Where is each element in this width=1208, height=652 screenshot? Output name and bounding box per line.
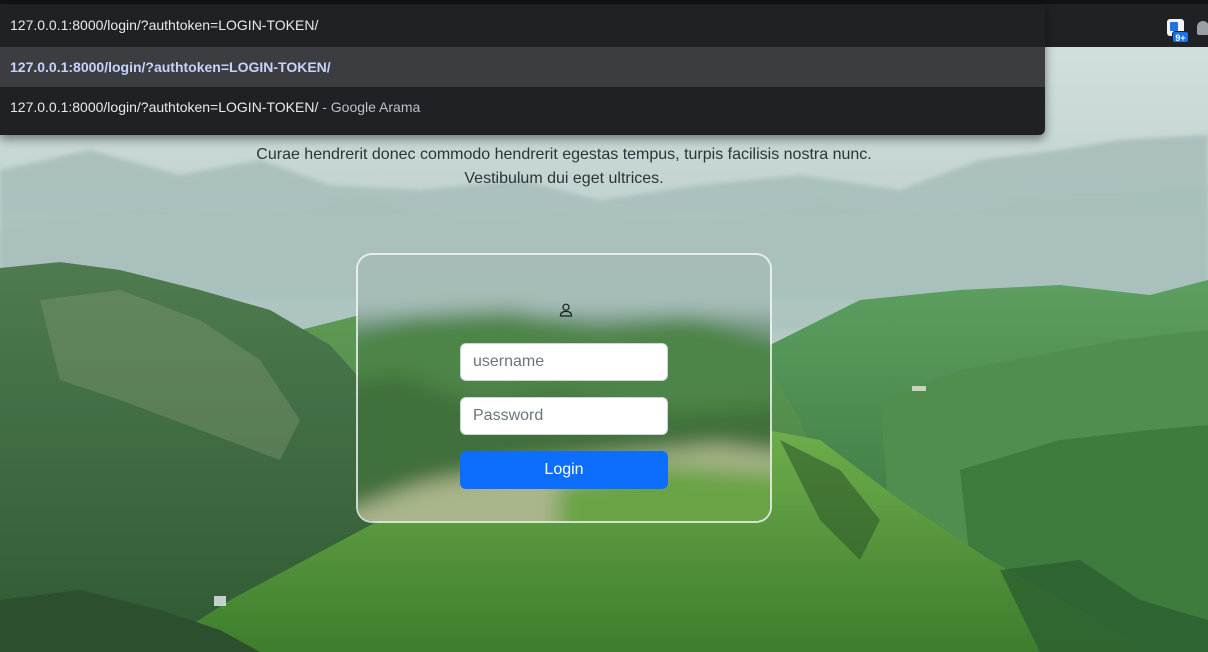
omnibox-suggestion-search[interactable]: 127.0.0.1:8000/login/?authtoken=LOGIN-TO… — [0, 87, 1045, 127]
omnibox-suggestion-url[interactable]: 127.0.0.1:8000/login/?authtoken=LOGIN-TO… — [0, 47, 1045, 87]
address-bar-input[interactable]: 127.0.0.1:8000/login/?authtoken=LOGIN-TO… — [0, 5, 1045, 45]
suggestion-text: 127.0.0.1:8000/login/?authtoken=LOGIN-TO… — [10, 59, 331, 75]
tagline-line-1: Curae hendrerit donec commodo hendrerit … — [256, 146, 872, 163]
login-button[interactable]: Login — [460, 451, 668, 489]
tagline-line-2: Vestibulum dui eget ultrices. — [464, 170, 664, 187]
suggestion-text: 127.0.0.1:8000/login/?authtoken=LOGIN-TO… — [10, 99, 319, 115]
password-input[interactable] — [460, 397, 668, 435]
omnibox-dropdown: 127.0.0.1:8000/login/?authtoken=LOGIN-TO… — [0, 5, 1045, 135]
suggestion-suffix: - Google Arama — [318, 99, 421, 115]
username-input[interactable] — [460, 343, 668, 381]
address-bar-text: 127.0.0.1:8000/login/?authtoken=LOGIN-TO… — [10, 17, 319, 33]
hero-tagline: Curae hendrerit donec commodo hendrerit … — [0, 143, 1128, 191]
profile-icon[interactable] — [1197, 21, 1208, 35]
extension-badge: 9+ — [1172, 31, 1189, 43]
user-icon — [559, 303, 573, 317]
login-card: Login — [356, 253, 772, 523]
